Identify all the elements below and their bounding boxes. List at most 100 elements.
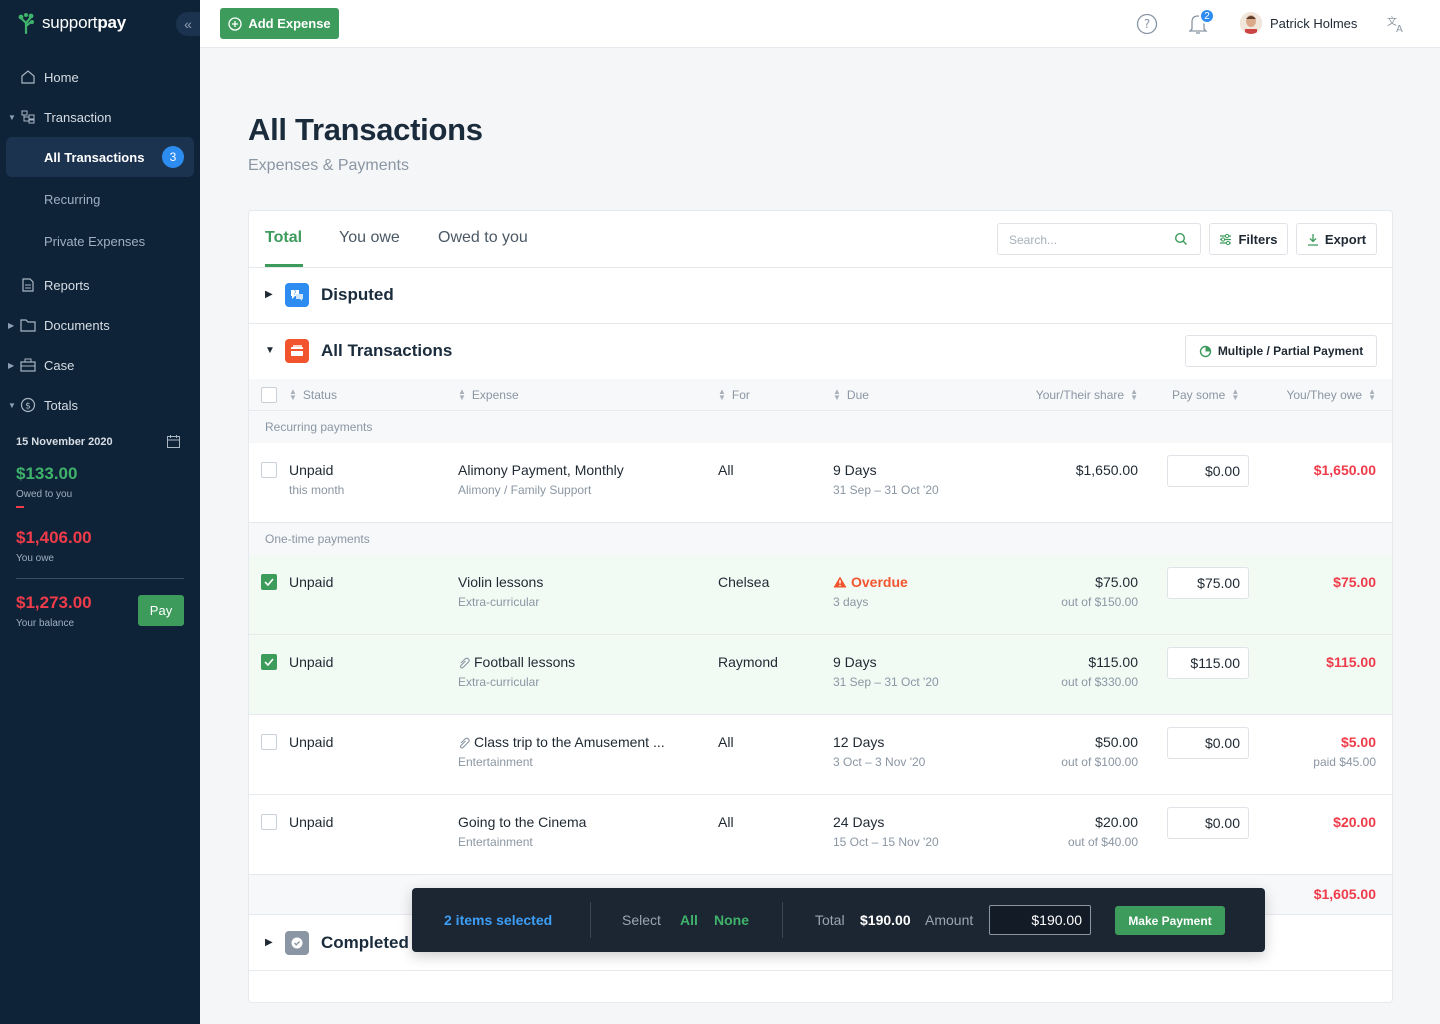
you-owe-amount: $1,406.00 <box>16 528 92 547</box>
briefcase-icon <box>20 358 36 372</box>
brand-logo[interactable]: supportpay <box>16 12 126 34</box>
export-button[interactable]: Export <box>1296 223 1377 255</box>
multiple-partial-payment-button[interactable]: Multiple / Partial Payment <box>1185 335 1377 367</box>
pay-some-input[interactable]: $115.00 <box>1167 647 1249 679</box>
pay-button[interactable]: Pay <box>138 595 184 626</box>
tab-total[interactable]: Total <box>265 229 302 247</box>
add-expense-button[interactable]: Add Expense <box>220 8 339 39</box>
filters-button[interactable]: Filters <box>1209 223 1288 255</box>
select-none-link[interactable]: None <box>714 912 749 928</box>
column-header-share[interactable]: Your/Their share ▲ ▼ <box>1036 388 1138 403</box>
pay-some-input[interactable]: $0.00 <box>1167 807 1249 839</box>
calendar-icon[interactable] <box>166 434 181 449</box>
table-row[interactable]: Unpaid Violin lessons Extra-curricular Ch… <box>249 555 1392 635</box>
translate-icon[interactable]: 文A <box>1386 14 1406 34</box>
row-checkbox[interactable] <box>261 814 277 830</box>
svg-text:$: $ <box>25 402 31 412</box>
select-label: Select <box>622 912 661 928</box>
tab-owed-to-you[interactable]: Owed to you <box>438 229 528 247</box>
paperclip-icon <box>459 737 470 749</box>
dispute-icon: ? <box>285 283 309 307</box>
sidebar-item-label: Documents <box>44 317 110 333</box>
sidebar-item-home[interactable]: Home <box>0 61 200 93</box>
tree-icon <box>18 13 34 34</box>
divider <box>782 902 783 938</box>
due-cell: 9 Days 31 Sep – 31 Oct '20 <box>833 462 939 497</box>
sliders-icon <box>1220 233 1232 245</box>
amount-label: Amount <box>925 912 974 928</box>
select-all-link[interactable]: All <box>680 912 698 928</box>
table-row[interactable]: Unpaid Football lessons Extra-curricular … <box>249 635 1392 715</box>
table-row[interactable]: Unpaid Class trip to the Amusement ... En… <box>249 715 1392 795</box>
tab-you-owe[interactable]: You owe <box>339 229 400 247</box>
sort-icon: ▲ ▼ <box>1231 387 1240 402</box>
table-row[interactable]: Unpaid this month Alimony Payment, Monthl… <box>249 443 1392 523</box>
help-icon[interactable]: ? <box>1136 13 1158 35</box>
sidebar-item-totals[interactable]: ▼ $ Totals <box>0 389 200 421</box>
due-cell: 12 Days 3 Oct – 3 Nov '20 <box>833 734 926 769</box>
group-label-recurring: Recurring payments <box>249 411 1392 443</box>
transaction-icon <box>21 110 35 124</box>
row-checkbox[interactable] <box>261 574 277 590</box>
sidebar-item-all-transactions[interactable]: All Transactions 3 <box>6 137 194 177</box>
sidebar-item-label: Home <box>44 69 79 85</box>
section-all-transactions[interactable]: ▼ All Transactions Multiple / Partial Pa… <box>249 323 1392 379</box>
payment-amount-input[interactable]: $190.00 <box>989 905 1091 935</box>
row-checkbox[interactable] <box>261 734 277 750</box>
expense-cell[interactable]: Violin lessons Extra-curricular <box>458 574 543 609</box>
search-input[interactable]: Search... <box>997 223 1201 255</box>
pay-some-input[interactable]: $75.00 <box>1167 567 1249 599</box>
expense-cell[interactable]: Alimony Payment, Monthly Alimony / Family… <box>458 462 624 497</box>
for-cell: All <box>718 462 734 478</box>
row-checkbox[interactable] <box>261 654 277 670</box>
pay-some-input[interactable]: $0.00 <box>1167 455 1249 487</box>
column-header-pay-some[interactable]: Pay some ▲ ▼ <box>1172 387 1240 403</box>
due-cell: 24 Days 15 Oct – 15 Nov '20 <box>833 814 939 849</box>
collapse-sidebar-button[interactable]: « <box>176 12 200 36</box>
sidebar-item-label: Recurring <box>44 191 101 207</box>
expense-cell[interactable]: Going to the Cinema Entertainment <box>458 814 586 849</box>
sidebar-item-transaction[interactable]: ▼ Transaction <box>0 101 200 133</box>
balance-label: Your balance <box>16 618 75 629</box>
select-all-checkbox[interactable] <box>261 387 277 403</box>
for-cell: Raymond <box>718 654 778 670</box>
section-disputed[interactable]: ▶ ? Disputed <box>249 267 1392 323</box>
make-payment-button[interactable]: Make Payment <box>1115 906 1225 935</box>
svg-text:?: ? <box>1144 17 1150 31</box>
avatar[interactable] <box>1240 12 1262 34</box>
caret-down-icon: ▼ <box>8 112 16 122</box>
for-cell: All <box>718 814 734 830</box>
column-header-for[interactable]: ▲ ▼ For <box>718 388 750 403</box>
column-header-expense[interactable]: ▲ ▼ Expense <box>458 387 519 403</box>
column-header-owe[interactable]: You/They owe ▲ ▼ <box>1286 388 1376 403</box>
check-icon <box>264 658 274 666</box>
status-cell: Unpaid <box>289 734 334 750</box>
share-cell: $20.00 out of $40.00 <box>1067 814 1138 849</box>
user-name[interactable]: Patrick Holmes <box>1270 16 1357 31</box>
warning-icon <box>833 576 847 588</box>
row-checkbox[interactable] <box>261 462 277 478</box>
sidebar-item-documents[interactable]: ▶ Documents <box>0 309 200 341</box>
caret-right-icon: ▶ <box>8 320 15 330</box>
sidebar-item-reports[interactable]: Reports <box>0 269 200 301</box>
home-icon <box>21 70 35 84</box>
download-icon <box>1307 233 1318 246</box>
sidebar-item-private-expenses[interactable]: Private Expenses <box>0 225 200 257</box>
total-value: $190.00 <box>860 912 911 928</box>
column-header-status[interactable]: ▲ ▼ Status <box>289 388 337 403</box>
column-header-due[interactable]: ▲ ▼ Due <box>833 387 869 403</box>
expense-cell[interactable]: Class trip to the Amusement ... Entertain… <box>458 734 665 769</box>
dollar-circle-icon: $ <box>20 397 36 413</box>
add-expense-label: Add Expense <box>248 16 331 31</box>
sidebar-item-label: Private Expenses <box>44 233 146 249</box>
sort-icon: ▲ ▼ <box>833 387 841 402</box>
sidebar-item-recurring[interactable]: Recurring <box>0 183 200 215</box>
sidebar-item-label: Case <box>44 357 75 373</box>
table-row[interactable]: Unpaid Going to the Cinema Entertainment … <box>249 795 1392 875</box>
expense-cell[interactable]: Football lessons Extra-curricular <box>458 654 575 689</box>
completed-icon <box>285 931 309 955</box>
sort-icon: ▲ ▼ <box>458 387 466 402</box>
status-cell: Unpaid <box>289 814 334 830</box>
pay-some-input[interactable]: $0.00 <box>1167 727 1249 759</box>
sidebar-item-case[interactable]: ▶ Case <box>0 349 200 381</box>
